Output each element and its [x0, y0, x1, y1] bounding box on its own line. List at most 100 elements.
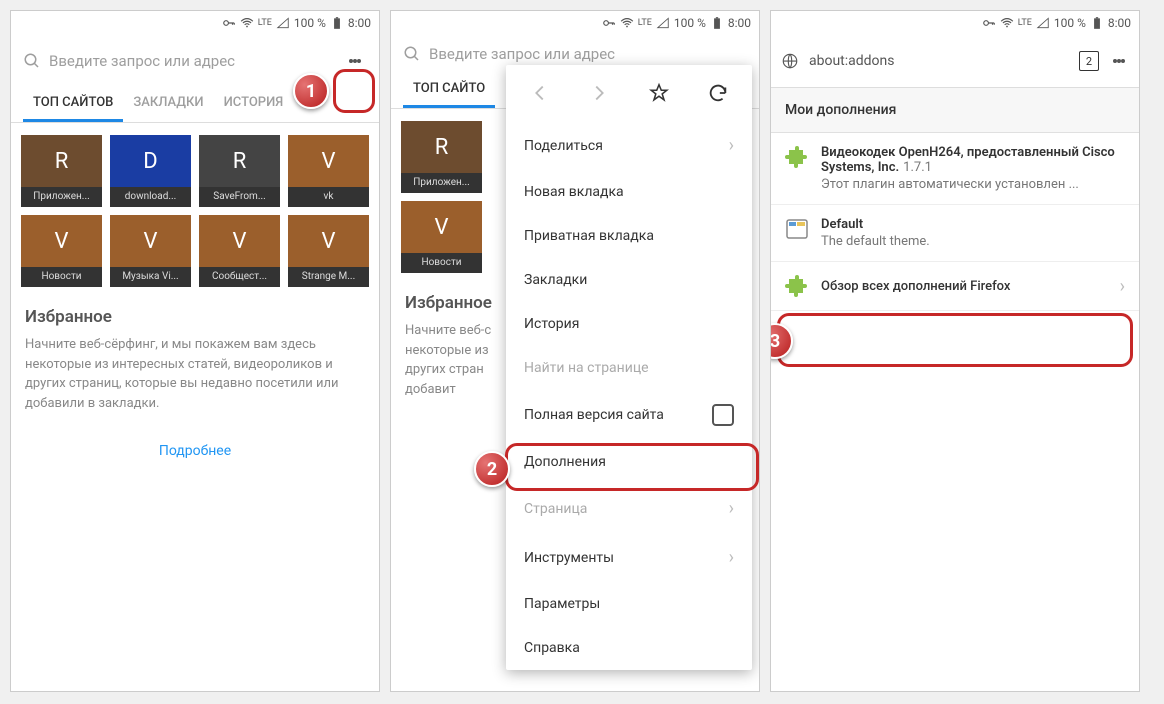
addons-header: Мои дополнения	[771, 88, 1139, 133]
signal-icon	[656, 16, 670, 30]
tile-letter: V	[288, 135, 369, 187]
chevron-right-icon: ›	[1120, 276, 1125, 297]
menu-button[interactable]	[1109, 45, 1129, 77]
address-bar[interactable]: about:addons 2	[771, 35, 1139, 88]
search-input[interactable]: Введите запрос или адрес	[403, 45, 747, 63]
addon-title: Видеокодек OpenH264, предоставленный Cis…	[821, 145, 1115, 175]
addon-row-openh264[interactable]: Видеокодек OpenH264, предоставленный Cis…	[771, 133, 1139, 205]
tile-label: Новости	[401, 253, 482, 273]
phone-screen-1: LTE 100 % 8:00 Введите запрос или адрес …	[10, 10, 380, 692]
badge-2: 2	[474, 451, 510, 487]
search-icon	[403, 45, 421, 63]
tile-letter: V	[21, 215, 102, 267]
search-placeholder: Введите запрос или адрес	[49, 52, 235, 70]
site-tile[interactable]: VStrange M...	[288, 215, 369, 287]
battery-icon	[710, 16, 724, 30]
phone-screen-3: LTE 100 % 8:00 about:addons 2 Мои дополн…	[770, 10, 1140, 692]
site-tile[interactable]: Vvk	[288, 135, 369, 207]
signal-icon	[1036, 16, 1050, 30]
puzzle-icon	[785, 145, 809, 169]
wifi-icon	[1000, 16, 1014, 30]
tile-label: Новости	[21, 267, 102, 287]
globe-icon	[781, 52, 799, 70]
tab-top-sites[interactable]: ТОП САЙТОВ	[23, 83, 123, 122]
network-label: LTE	[1018, 18, 1032, 28]
menu-bookmarks[interactable]: Закладки	[506, 258, 752, 302]
site-tile[interactable]: VНовости	[21, 215, 102, 287]
time-label: 8:00	[1108, 16, 1131, 30]
site-tile[interactable]: Ddownload...	[110, 135, 191, 207]
tab-history[interactable]: ИСТОРИЯ	[214, 83, 294, 122]
key-icon	[602, 16, 616, 30]
addon-version: 1.7.1	[903, 160, 932, 175]
menu-page: Страница›	[506, 484, 752, 533]
battery-icon	[1090, 16, 1104, 30]
time-label: 8:00	[348, 16, 371, 30]
tile-letter: R	[21, 135, 102, 187]
more-link[interactable]: Подробнее	[11, 413, 379, 489]
puzzle-icon	[785, 274, 809, 298]
theme-icon	[785, 217, 809, 241]
tile-label: vk	[288, 187, 369, 207]
menu-share[interactable]: Поделиться›	[506, 121, 752, 170]
tile-label: SaveFrom...	[199, 187, 280, 207]
tile-letter: V	[288, 215, 369, 267]
menu-popup: Поделиться› Новая вкладка Приватная вкла…	[506, 65, 752, 670]
tile-label: Strange M...	[288, 267, 369, 287]
top-sites-grid: RПриложен...Ddownload...RSaveFrom...VvkV…	[11, 123, 379, 291]
menu-addons[interactable]: Дополнения	[506, 440, 752, 484]
menu-history[interactable]: История	[506, 302, 752, 346]
checkbox-icon[interactable]	[712, 404, 734, 426]
badge-3: 3	[770, 323, 793, 359]
status-bar: LTE 100 % 8:00	[391, 11, 759, 35]
addon-desc: The default theme.	[821, 234, 1125, 249]
addon-title: Default	[821, 217, 1125, 232]
search-icon	[23, 52, 41, 70]
nav-back[interactable]	[524, 77, 556, 109]
site-tile[interactable]: RПриложен...	[401, 121, 482, 193]
menu-tools[interactable]: Инструменты›	[506, 533, 752, 582]
menu-newtab[interactable]: Новая вкладка	[506, 170, 752, 214]
tile-letter: R	[401, 121, 482, 173]
menu-private[interactable]: Приватная вкладка	[506, 214, 752, 258]
tile-letter: V	[401, 201, 482, 253]
tile-letter: V	[110, 215, 191, 267]
site-tile[interactable]: VСообщест...	[199, 215, 280, 287]
battery-label: 100 %	[294, 16, 326, 30]
tab-bookmarks[interactable]: ЗАКЛАДКИ	[123, 83, 213, 122]
status-bar: LTE 100 % 8:00	[11, 11, 379, 35]
tile-letter: V	[199, 215, 280, 267]
tile-label: Приложен...	[401, 173, 482, 193]
menu-desktop[interactable]: Полная версия сайта	[506, 390, 752, 440]
tab-top-sites[interactable]: ТОП САЙТО	[403, 69, 495, 108]
site-tile[interactable]: VМузыка Vi...	[110, 215, 191, 287]
site-tile[interactable]: RSaveFrom...	[199, 135, 280, 207]
nav-reload[interactable]	[702, 77, 734, 109]
addon-row-default[interactable]: Default The default theme.	[771, 205, 1139, 262]
time-label: 8:00	[728, 16, 751, 30]
battery-label: 100 %	[674, 16, 706, 30]
signal-icon	[276, 16, 290, 30]
search-input[interactable]: Введите запрос или адрес	[23, 52, 333, 70]
tile-letter: D	[110, 135, 191, 187]
browse-all-label: Обзор всех дополнений Firefox	[821, 279, 1010, 294]
menu-settings[interactable]: Параметры	[506, 582, 752, 626]
status-bar: LTE 100 % 8:00	[771, 11, 1139, 35]
menu-help[interactable]: Справка	[506, 626, 752, 670]
tile-label: Приложен...	[21, 187, 102, 207]
search-placeholder: Введите запрос или адрес	[429, 45, 615, 63]
network-label: LTE	[638, 18, 652, 28]
tab-counter[interactable]: 2	[1079, 51, 1099, 71]
wifi-icon	[620, 16, 634, 30]
site-tile[interactable]: RПриложен...	[21, 135, 102, 207]
menu-button[interactable]	[343, 45, 367, 77]
url-text: about:addons	[809, 53, 1069, 69]
key-icon	[222, 16, 236, 30]
favorites-title: Избранное	[11, 291, 379, 335]
nav-bookmark[interactable]	[643, 77, 675, 109]
addon-row-browse-all[interactable]: Обзор всех дополнений Firefox ›	[771, 262, 1139, 311]
key-icon	[982, 16, 996, 30]
nav-forward[interactable]	[583, 77, 615, 109]
site-tile[interactable]: VНовости	[401, 201, 482, 273]
favorites-text: Начните веб-сёрфинг, и мы покажем вам зд…	[11, 335, 379, 413]
